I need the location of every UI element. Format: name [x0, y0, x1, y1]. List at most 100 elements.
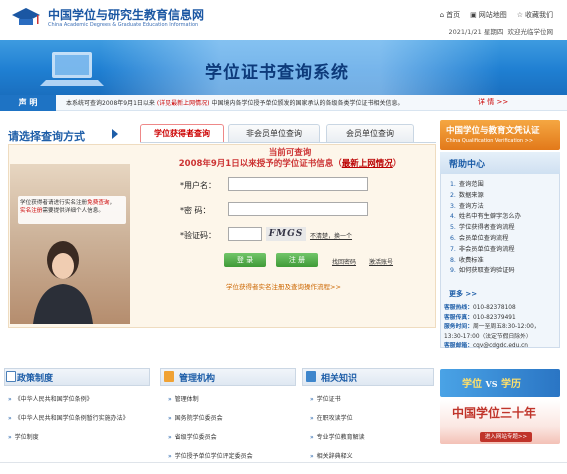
- notice-label: 声 明: [0, 95, 56, 111]
- arrow-right-icon: [112, 129, 118, 139]
- help-item-number: 3.: [450, 202, 456, 210]
- help-item-label: 非会员单位查询流程: [458, 245, 515, 253]
- help-item-label: 学位获得者查询流程: [458, 224, 515, 232]
- verification-title[interactable]: 中国学位与教育文凭认证: [446, 124, 540, 136]
- contact-row: 客服热线：010-82378108: [444, 304, 564, 314]
- section-link[interactable]: 《中华人民共和国学位条例暂行实施办法》: [8, 409, 129, 428]
- help-item-number: 6.: [450, 234, 456, 242]
- tab-degree-holder[interactable]: 学位获得者查询: [140, 124, 224, 142]
- help-item[interactable]: 8. 收费标准: [450, 256, 560, 267]
- favorite-link[interactable]: ☆ 收藏我们: [517, 10, 553, 20]
- latest-status-link[interactable]: 最新上网情况: [342, 159, 393, 169]
- site-name-cn[interactable]: 中国学位与研究生教育信息网: [48, 6, 204, 23]
- page-title: 学位证书查询系统: [205, 63, 349, 83]
- help-item-label: 姓名中有生僻字怎么办: [458, 213, 521, 221]
- contact-row: 服务时间：周一至周五8:30-12:00，: [444, 323, 564, 333]
- anniversary-title[interactable]: 中国学位三十年: [452, 404, 536, 421]
- help-item-label: 如何获取查询验证码: [458, 267, 515, 275]
- help-item-label: 查询范围: [458, 181, 484, 188]
- section-link[interactable]: 专业学位教育解读: [310, 428, 365, 447]
- help-item[interactable]: 1. 查询范围: [450, 180, 560, 191]
- top-links: ⌂ 首页 ▣ 网站地图 ☆ 收藏我们: [440, 10, 553, 20]
- sitemap-link[interactable]: ▣ 网站地图: [470, 10, 507, 20]
- section-link[interactable]: 学位制度: [8, 428, 129, 447]
- contact-label: 客服邮箱：: [444, 343, 473, 350]
- password-input[interactable]: [228, 202, 368, 216]
- current-date: 2021/1/21 星期四: [448, 28, 504, 36]
- site-logo-icon[interactable]: [10, 6, 42, 30]
- help-item-number: 1.: [450, 181, 456, 188]
- section-link[interactable]: 相关辞典释义: [310, 447, 365, 466]
- tab-member[interactable]: 会员单位查询: [326, 124, 414, 142]
- star-icon: ☆: [516, 11, 523, 19]
- help-item[interactable]: 5. 学位获得者查询流程: [450, 223, 560, 234]
- home-link[interactable]: ⌂ 首页: [440, 10, 460, 20]
- degree-vs-education-text[interactable]: 学位 VS 学历: [462, 375, 521, 390]
- find-password-link[interactable]: 找回密码: [332, 257, 356, 266]
- contact-value: 010-82379491: [473, 314, 516, 321]
- contact-info: 客服热线：010-82378108 客服传真：010-82379491 服务时间：周…: [444, 304, 564, 352]
- section-link[interactable]: 学位授予单位学位评定委员会: [168, 447, 253, 466]
- folder-icon: [164, 371, 174, 382]
- site-name-en: China Academic Degrees & Graduate Educat…: [48, 22, 199, 28]
- footer-divider: [0, 462, 567, 463]
- help-item-label: 数据来源: [458, 191, 484, 199]
- contact-value: cqv@cdgdc.edu.cn: [473, 343, 528, 350]
- section-list-policy: 《中华人民共和国学位条例》《中华人民共和国学位条例暂行实施办法》学位制度: [8, 390, 129, 447]
- section-link[interactable]: 管理体制: [168, 390, 253, 409]
- help-item[interactable]: 6. 会员单位查询流程: [450, 234, 560, 245]
- notice-latest-link[interactable]: (详见最新上网情况): [157, 100, 210, 107]
- home-icon: ⌂: [439, 11, 445, 19]
- section-link[interactable]: 省级学位委员会: [168, 428, 253, 447]
- login-button[interactable]: 登 录: [224, 253, 266, 267]
- help-item[interactable]: 9. 如何获取查询验证码: [450, 266, 560, 277]
- register-button[interactable]: 注 册: [276, 253, 318, 267]
- help-item-number: 8.: [450, 256, 456, 264]
- contact-row: 客服邮箱：cqv@cdgdc.edu.cn: [444, 342, 564, 352]
- help-more-link[interactable]: 更多 >>: [449, 289, 477, 299]
- help-item[interactable]: 3. 查询方法: [450, 202, 560, 213]
- help-item[interactable]: 2. 数据来源: [450, 191, 560, 202]
- section-link[interactable]: 在职攻读学位: [310, 409, 365, 428]
- help-item-label: 会员单位查询流程: [458, 234, 509, 242]
- contact-row: 13:30-17:00（法定节假日除外）: [444, 333, 564, 343]
- contact-label: 客服传真：: [444, 314, 473, 321]
- contact-label: 服务时间：: [444, 324, 473, 331]
- welcome-text: 欢迎光临学位网: [507, 28, 554, 36]
- contact-value: 周一至周五8:30-12:00，: [473, 324, 540, 331]
- date-welcome: 2021/1/21 星期四 欢迎光临学位网: [448, 26, 553, 36]
- username-input[interactable]: [228, 177, 368, 191]
- section-link[interactable]: 《中华人民共和国学位条例》: [8, 390, 129, 409]
- section-title-knowledge: 相关知识: [321, 374, 358, 384]
- section-link[interactable]: 国务院学位委员会: [168, 409, 253, 428]
- section-link[interactable]: 学位证书: [310, 390, 365, 409]
- operation-flow-link[interactable]: 学位获得者实名注册及查询操作流程>>: [226, 281, 341, 291]
- notice-detail-link[interactable]: 详 情 >>: [478, 97, 508, 107]
- help-item-number: 2.: [450, 191, 456, 199]
- captcha-image[interactable]: FMGS: [266, 227, 306, 241]
- section-title-policy: 政策制度: [17, 374, 54, 384]
- contact-value: 13:30-17:00（法定节假日除外）: [444, 333, 532, 340]
- captcha-refresh-link[interactable]: 不清楚，换一个: [310, 231, 352, 240]
- contact-label: 客服热线：: [444, 305, 473, 311]
- free-query-link[interactable]: 免费查询: [87, 200, 109, 206]
- query-method-title: 请选择查询方式: [8, 130, 85, 143]
- help-item[interactable]: 4. 姓名中有生僻字怎么办: [450, 212, 560, 223]
- section-list-management: 管理体制国务院学位委员会省级学位委员会学位授予单位学位评定委员会: [168, 390, 253, 466]
- real-name-register-link[interactable]: 实名注册: [20, 208, 42, 214]
- username-label: *用户名：: [180, 181, 216, 190]
- help-title: 帮助中心: [449, 160, 486, 170]
- graduate-photo: [10, 164, 130, 324]
- help-list: 1. 查询范围 2. 数据来源 3. 查询方法 4. 姓名中有生僻字怎么办 5. 学位获得者查询流…: [450, 180, 560, 277]
- captcha-input[interactable]: [228, 227, 262, 241]
- sitemap-icon: ▣: [470, 11, 477, 19]
- register-hint: 学位获得者请进行实名注册免费查询， 实名注册需要提供详细个人信息。: [20, 200, 116, 214]
- contact-row: 客服传真：010-82379491: [444, 314, 564, 324]
- tab-non-member[interactable]: 非会员单位查询: [228, 124, 320, 142]
- help-item-label: 收费标准: [458, 256, 484, 264]
- verification-subtitle[interactable]: China Qualification Verification >>: [446, 138, 533, 144]
- help-item[interactable]: 7. 非会员单位查询流程: [450, 245, 560, 256]
- activate-account-link[interactable]: 激活账号: [369, 257, 393, 266]
- anniversary-enter-button[interactable]: 进入网站专题>>: [480, 432, 532, 442]
- help-item-label: 查询方法: [458, 202, 484, 210]
